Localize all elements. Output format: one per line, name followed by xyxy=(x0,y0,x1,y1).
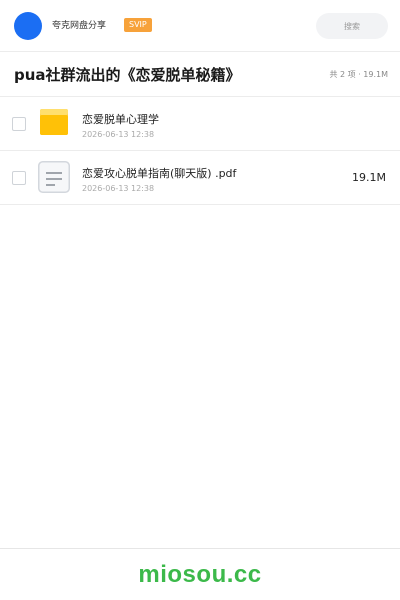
share-title-bar: pua社群流出的《恋爱脱单秘籍》 共 2 项 · 19.1M xyxy=(0,53,400,97)
top-header: 夸克网盘分享 SVIP 搜索 xyxy=(0,0,400,52)
document-icon xyxy=(38,161,70,193)
item-summary: 共 2 项 · 19.1M xyxy=(329,70,388,79)
site-watermark: miosou.cc xyxy=(138,560,262,588)
file-date: 2026-06-13 12:38 xyxy=(82,130,155,139)
search-button[interactable]: 搜索 xyxy=(316,13,388,39)
file-date: 2026-06-13 12:38 xyxy=(82,184,155,193)
file-name[interactable]: 恋爱脱单心理学 xyxy=(82,113,159,127)
page-title: pua社群流出的《恋爱脱单秘籍》 xyxy=(14,66,241,84)
folder-icon xyxy=(40,109,68,135)
svip-badge: SVIP xyxy=(124,18,152,32)
file-row[interactable]: 恋爱脱单心理学 2026-06-13 12:38 xyxy=(0,97,400,151)
app-name: 夸克网盘分享 xyxy=(52,21,107,31)
row-checkbox[interactable] xyxy=(12,117,26,131)
footer: miosou.cc xyxy=(0,548,400,600)
row-checkbox[interactable] xyxy=(12,171,26,185)
search-placeholder: 搜索 xyxy=(344,21,360,31)
file-name[interactable]: 恋爱攻心脱单指南(聊天版) .pdf xyxy=(82,167,236,181)
app-root: 夸克网盘分享 SVIP 搜索 pua社群流出的《恋爱脱单秘籍》 共 2 项 · … xyxy=(0,0,400,600)
file-size: 19.1M xyxy=(352,171,386,184)
avatar[interactable] xyxy=(14,12,42,40)
file-row[interactable]: 恋爱攻心脱单指南(聊天版) .pdf 2026-06-13 12:38 19.1… xyxy=(0,151,400,205)
